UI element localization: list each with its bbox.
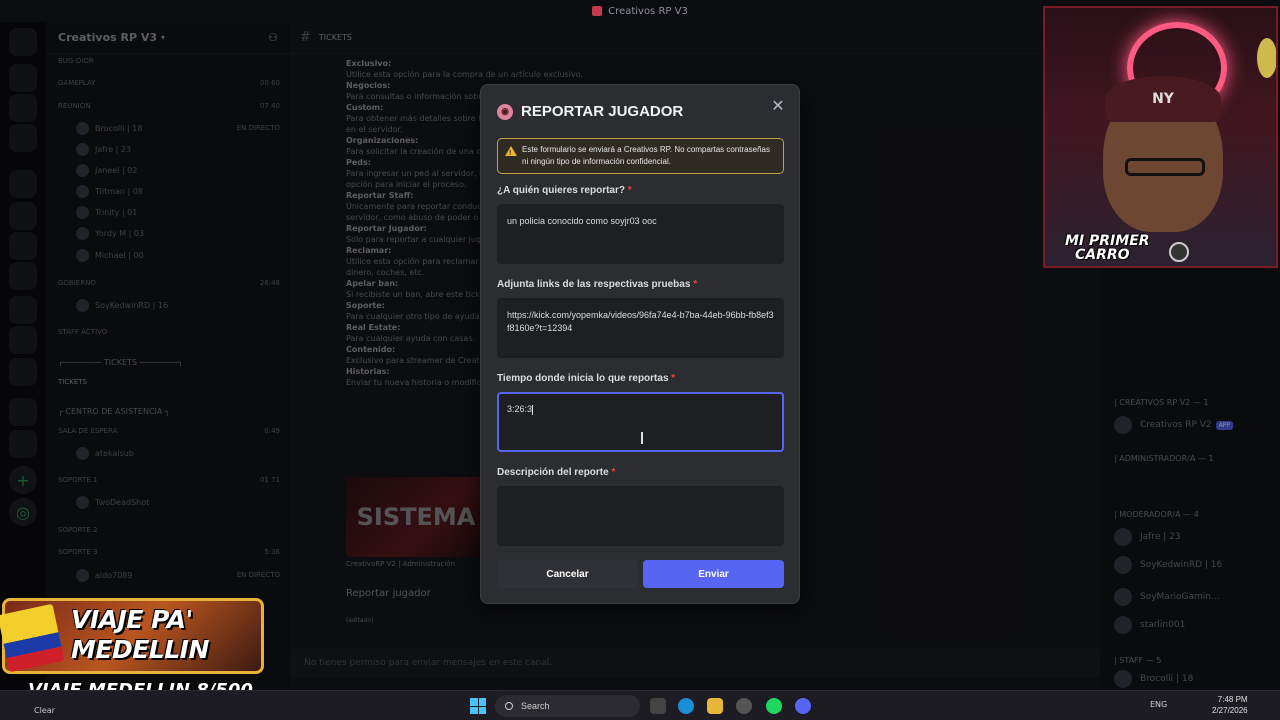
- viaje-line-2: MEDELLIN: [71, 635, 209, 664]
- chrome-icon[interactable]: [736, 698, 752, 714]
- neon-lemon: [1257, 38, 1276, 78]
- spotify-icon[interactable]: [766, 698, 782, 714]
- webcam-overlay: NY MI PRIMER CARRO: [1043, 6, 1278, 268]
- task-view-icon[interactable]: [650, 698, 666, 714]
- modal-header: ◉ REPORTAR JUGADOR: [497, 103, 683, 120]
- text-caret: [532, 404, 534, 415]
- report-player-modal: ◉ REPORTAR JUGADOR ✕ Este formulario se …: [480, 84, 800, 604]
- field-label: ¿A quién quieres reportar? *: [497, 185, 632, 196]
- language-indicator[interactable]: ENG: [1150, 700, 1167, 709]
- app-icon: [592, 6, 603, 16]
- taskbar: Clear Search ENG 7:48 PM 2/27/2026: [0, 690, 1280, 720]
- viaje-line-1: VIAJE PA': [71, 605, 193, 634]
- weather-widget[interactable]: Clear: [34, 706, 55, 715]
- modal-title: REPORTAR JUGADOR: [521, 103, 684, 120]
- report-description-input[interactable]: [497, 486, 784, 546]
- cam-label: MI PRIMER CARRO: [1065, 233, 1150, 263]
- field-label: Adjunta links de las respectivas pruebas…: [497, 279, 698, 290]
- cap-logo: NY: [1105, 76, 1221, 122]
- mouse-cursor: [641, 432, 643, 444]
- warning-notice: Este formulario se enviará a Creativos R…: [497, 138, 784, 174]
- warning-icon: [505, 146, 517, 160]
- system-clock[interactable]: 7:48 PM 2/27/2026: [1212, 694, 1248, 716]
- discord-icon[interactable]: [795, 698, 811, 714]
- wheel-icon: [1169, 242, 1189, 262]
- evidence-links-input[interactable]: https://kick.com/yopemka/videos/96fa74e4…: [497, 298, 784, 358]
- close-icon[interactable]: ✕: [769, 97, 787, 115]
- window-title: Creativos RP V3: [608, 5, 688, 17]
- file-explorer-icon[interactable]: [707, 698, 723, 714]
- reported-player-input[interactable]: un policia conocido como soyjr03 ooc: [497, 204, 784, 264]
- app-logo-icon: ◉: [497, 103, 513, 120]
- viaje-banner: VIAJE PA' MEDELLIN: [0, 598, 264, 674]
- glasses: [1125, 158, 1205, 176]
- edge-icon[interactable]: [678, 698, 694, 714]
- field-label: Descripción del reporte *: [497, 467, 616, 478]
- taskbar-search[interactable]: Search: [495, 695, 640, 717]
- start-icon[interactable]: [470, 698, 486, 714]
- cancel-button[interactable]: Cancelar: [497, 560, 638, 588]
- warning-text: Este formulario se enviará a Creativos R…: [522, 145, 770, 166]
- colombia-flag-icon: [0, 603, 65, 673]
- submit-button[interactable]: Enviar: [643, 560, 784, 588]
- search-icon: [505, 702, 513, 710]
- field-label: Tiempo donde inicia lo que reportas *: [497, 373, 676, 384]
